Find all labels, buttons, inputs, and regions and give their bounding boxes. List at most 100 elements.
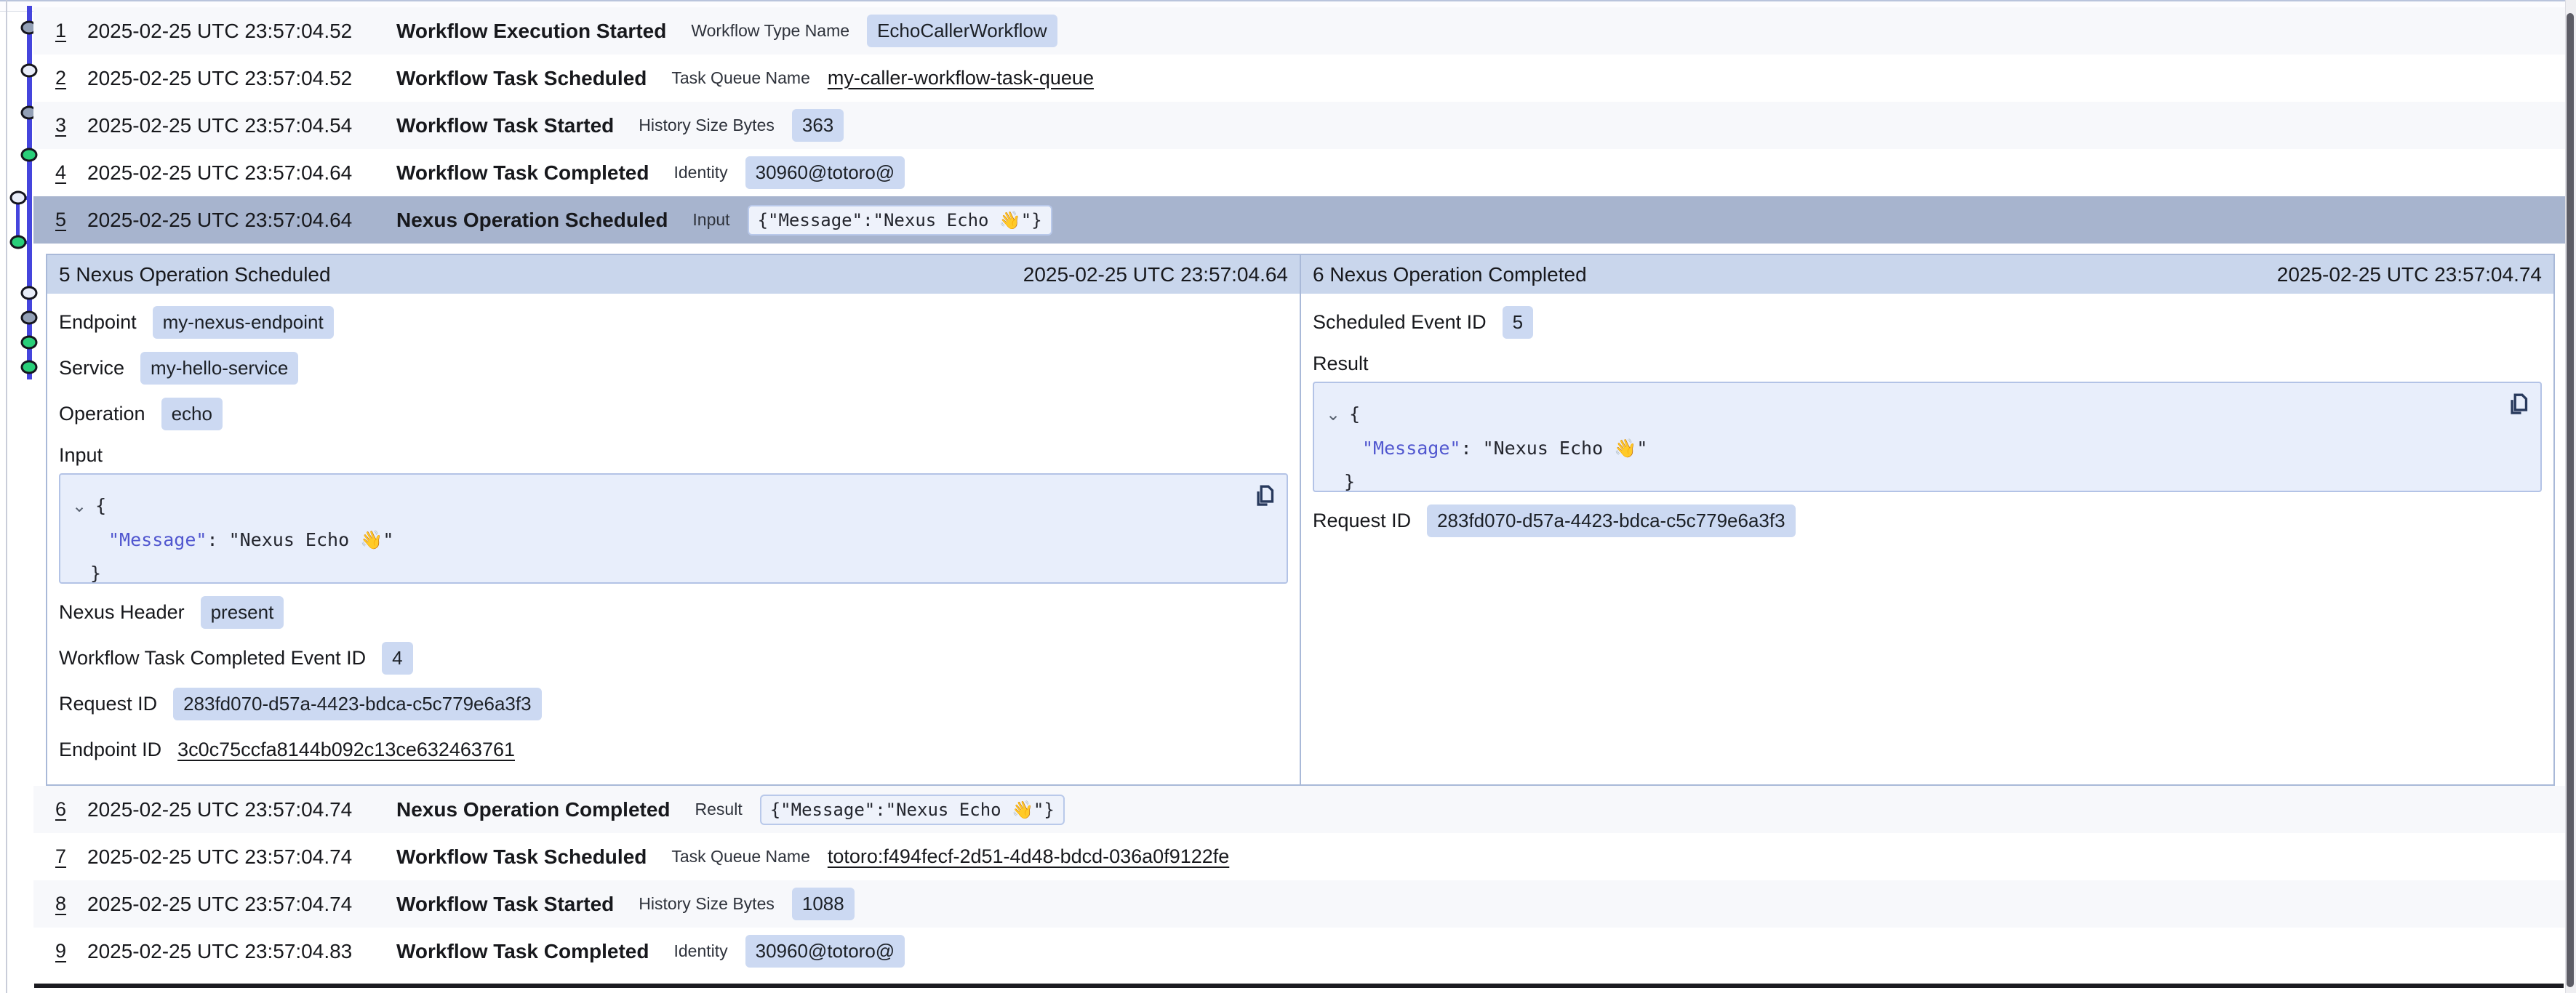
timeline-node-event-6[interactable] bbox=[10, 236, 27, 249]
event-detail-timestamp: 2025-02-25 UTC 23:57:04.74 bbox=[2277, 263, 2542, 286]
event-attr-label: Task Queue Name bbox=[671, 847, 809, 867]
event-timestamp: 2025-02-25 UTC 23:57:04.54 bbox=[87, 114, 396, 137]
copy-button[interactable] bbox=[1250, 483, 1276, 511]
event-type-name: Workflow Task Scheduled bbox=[396, 67, 647, 90]
json-payload-block: ⌄{ "Message": "Nexus Echo 👋"} bbox=[59, 473, 1288, 584]
copy-button[interactable] bbox=[2504, 392, 2530, 419]
timeline-node-event-5[interactable] bbox=[10, 191, 27, 205]
payload-field-label: Result bbox=[1313, 348, 2542, 379]
detail-field-row: Endpoint ID 3c0c75ccfa8144b092c13ce632463… bbox=[59, 727, 1288, 773]
event-id-link[interactable]: 5 bbox=[55, 209, 87, 231]
event-attr-badge: 30960@totoro@ bbox=[745, 156, 905, 189]
json-key: "Message" bbox=[1362, 438, 1460, 459]
event-type-name: Workflow Execution Started bbox=[396, 20, 666, 43]
event-row[interactable]: 72025-02-25 UTC 23:57:04.74Workflow Task… bbox=[33, 833, 2566, 880]
field-value-badge: 5 bbox=[1503, 306, 1533, 339]
json-value: : "Nexus Echo 👋" bbox=[207, 529, 393, 550]
event-attr-badge: EchoCallerWorkflow bbox=[867, 15, 1057, 47]
event-row[interactable]: 42025-02-25 UTC 23:57:04.64Workflow Task… bbox=[33, 149, 2566, 196]
event-timestamp: 2025-02-25 UTC 23:57:04.52 bbox=[87, 20, 396, 43]
timeline-branch-line bbox=[16, 204, 20, 237]
event-attr-label: Task Queue Name bbox=[671, 68, 809, 88]
horizontal-scrollbar[interactable] bbox=[34, 984, 2564, 988]
json-key: "Message" bbox=[108, 529, 207, 550]
event-row[interactable]: 22025-02-25 UTC 23:57:04.52Workflow Task… bbox=[33, 55, 2566, 102]
event-row[interactable]: 32025-02-25 UTC 23:57:04.54Workflow Task… bbox=[33, 102, 2566, 149]
detail-field-row: Request ID283fd070-d57a-4423-bdca-c5c779… bbox=[1313, 498, 2542, 544]
detail-field-row: Scheduled Event ID5 bbox=[1313, 299, 2542, 345]
event-detail-body: Endpointmy-nexus-endpointServicemy-hello… bbox=[47, 294, 1300, 784]
event-timestamp: 2025-02-25 UTC 23:57:04.74 bbox=[87, 893, 396, 916]
field-label: Endpoint bbox=[59, 311, 137, 334]
event-id-link[interactable]: 1 bbox=[55, 20, 87, 42]
event-attr-label: History Size Bytes bbox=[639, 894, 775, 914]
copy-icon bbox=[1251, 483, 1276, 510]
event-attr-json-badge: {"Message":"Nexus Echo 👋"} bbox=[748, 205, 1052, 236]
collapse-chevron-icon[interactable]: ⌄ bbox=[1326, 405, 1340, 425]
event-history-table: 12025-02-25 UTC 23:57:04.52Workflow Exec… bbox=[33, 7, 2566, 975]
collapse-chevron-icon[interactable]: ⌄ bbox=[72, 496, 87, 516]
event-detail-panel: 5 Nexus Operation Scheduled2025-02-25 UT… bbox=[47, 255, 1300, 784]
detail-field-row: Workflow Task Completed Event ID 4 bbox=[59, 635, 1288, 681]
event-detail-header: 6 Nexus Operation Completed 2025-02-25 UT… bbox=[1301, 255, 2553, 294]
event-id-link[interactable]: 2 bbox=[55, 67, 87, 89]
workflow-history-screen: 12025-02-25 UTC 23:57:04.52Workflow Exec… bbox=[0, 0, 2576, 993]
field-label: Operation bbox=[59, 403, 145, 425]
event-type-name: Workflow Task Completed bbox=[396, 161, 649, 185]
event-id-link[interactable]: 9 bbox=[55, 940, 87, 962]
event-row[interactable]: 52025-02-25 UTC 23:57:04.64Nexus Operati… bbox=[33, 196, 2566, 244]
event-attr-badge: 30960@totoro@ bbox=[745, 935, 905, 968]
field-label: Result bbox=[1313, 353, 1369, 375]
event-attr-link[interactable]: totoro:f494fecf-2d51-4d48-bdcd-036a0f912… bbox=[828, 845, 1229, 868]
field-value-badge: echo bbox=[161, 398, 223, 430]
event-timestamp: 2025-02-25 UTC 23:57:04.74 bbox=[87, 798, 396, 821]
field-label: Request ID bbox=[1313, 510, 1411, 532]
event-timestamp: 2025-02-25 UTC 23:57:04.52 bbox=[87, 67, 396, 90]
event-attr-link[interactable]: my-caller-workflow-task-queue bbox=[828, 67, 1094, 89]
vertical-scrollbar-track[interactable] bbox=[2565, 0, 2576, 993]
json-line: "Message": "Nexus Echo 👋" bbox=[1326, 432, 2529, 465]
json-line: } bbox=[1326, 465, 2529, 499]
event-detail-header: 5 Nexus Operation Scheduled2025-02-25 UT… bbox=[47, 255, 1300, 294]
event-row[interactable]: 62025-02-25 UTC 23:57:04.74Nexus Operati… bbox=[33, 786, 2566, 833]
event-type-name: Nexus Operation Scheduled bbox=[396, 209, 668, 232]
event-attr-label: Identity bbox=[673, 941, 727, 961]
event-detail-body: Scheduled Event ID5 Result ⌄ { "Message": "N… bbox=[1301, 294, 2553, 784]
field-value-link[interactable]: 3c0c75ccfa8144b092c13ce632463761 bbox=[177, 739, 515, 761]
event-attr-badge: 363 bbox=[792, 109, 844, 142]
detail-field-row: Nexus Headerpresent bbox=[59, 590, 1288, 635]
event-attr-label: Identity bbox=[673, 163, 727, 182]
event-id-link[interactable]: 4 bbox=[55, 161, 87, 184]
event-row[interactable]: 92025-02-25 UTC 23:57:04.83Workflow Task… bbox=[33, 928, 2566, 975]
event-id-link[interactable]: 6 bbox=[55, 798, 87, 821]
event-type-name: Workflow Task Completed bbox=[396, 940, 649, 963]
json-open-brace: { bbox=[1349, 403, 1360, 425]
event-type-name: Workflow Task Started bbox=[396, 114, 614, 137]
field-label: Endpoint ID bbox=[59, 739, 161, 761]
event-timestamp: 2025-02-25 UTC 23:57:04.64 bbox=[87, 209, 396, 232]
event-id-link[interactable]: 3 bbox=[55, 114, 87, 137]
field-label: Input bbox=[59, 444, 103, 467]
event-timeline-graph bbox=[0, 0, 33, 407]
json-line: ⌄{ bbox=[72, 489, 1275, 523]
event-id-link[interactable]: 7 bbox=[55, 845, 87, 868]
json-line: } bbox=[72, 557, 1275, 590]
event-attr-label: Result bbox=[695, 800, 743, 819]
field-value-badge: 4 bbox=[382, 642, 412, 675]
event-rows-bottom: 62025-02-25 UTC 23:57:04.74Nexus Operati… bbox=[33, 786, 2566, 975]
event-row[interactable]: 12025-02-25 UTC 23:57:04.52Workflow Exec… bbox=[33, 7, 2566, 55]
json-close-brace: } bbox=[1344, 471, 1355, 492]
event-type-name: Nexus Operation Completed bbox=[396, 798, 671, 821]
event-attr-json-badge: {"Message":"Nexus Echo 👋"} bbox=[760, 795, 1065, 825]
event-row[interactable]: 82025-02-25 UTC 23:57:04.74Workflow Task… bbox=[33, 880, 2566, 928]
json-close-brace: } bbox=[90, 563, 101, 584]
field-label: Request ID bbox=[59, 693, 157, 715]
field-label: Service bbox=[59, 357, 124, 379]
event-attr-label: Workflow Type Name bbox=[691, 21, 849, 41]
event-id-link[interactable]: 8 bbox=[55, 893, 87, 915]
field-label: Workflow Task Completed Event ID bbox=[59, 647, 366, 670]
event-attr-label: Input bbox=[692, 210, 729, 230]
vertical-scrollbar-thumb[interactable] bbox=[2567, 13, 2574, 987]
field-value-badge: 283fd070-d57a-4423-bdca-c5c779e6a3f3 bbox=[173, 688, 542, 720]
event-detail-title: 6 Nexus Operation Completed bbox=[1313, 263, 1587, 286]
